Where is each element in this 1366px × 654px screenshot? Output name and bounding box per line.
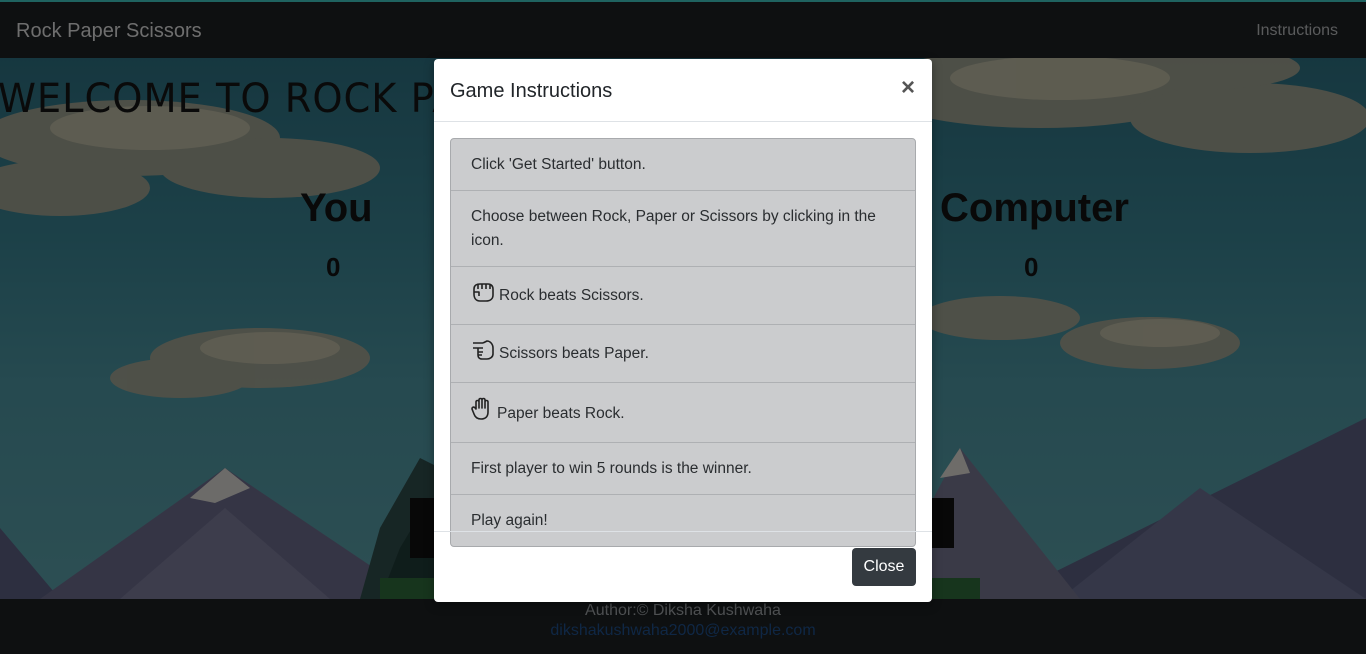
list-item: Rock beats Scissors. <box>451 266 915 324</box>
instruction-text: Choose between Rock, Paper or Scissors b… <box>471 208 876 249</box>
instruction-text: Scissors beats Paper. <box>499 345 649 362</box>
modal-title: Game Instructions <box>450 80 613 102</box>
close-icon[interactable]: × <box>901 76 915 100</box>
list-item: Click 'Get Started' button. <box>451 139 915 190</box>
rock-hand-icon <box>471 281 495 311</box>
instruction-text: Click 'Get Started' button. <box>471 156 646 173</box>
instructions-list: Click 'Get Started' button. Choose betwe… <box>450 138 916 547</box>
instructions-modal: Game Instructions × Click 'Get Started' … <box>434 59 932 602</box>
paper-hand-icon <box>471 397 493 429</box>
close-button[interactable]: Close <box>852 548 916 586</box>
list-item: Choose between Rock, Paper or Scissors b… <box>451 190 915 266</box>
modal-header: Game Instructions × <box>434 59 932 122</box>
list-item: Scissors beats Paper. <box>451 324 915 382</box>
list-item: Paper beats Rock. <box>451 382 915 442</box>
instruction-text: Rock beats Scissors. <box>499 287 644 304</box>
instruction-text: Play again! <box>471 512 548 529</box>
instruction-text: Paper beats Rock. <box>497 405 625 422</box>
instruction-text: First player to win 5 rounds is the winn… <box>471 460 752 477</box>
scissors-hand-icon <box>471 339 495 369</box>
modal-footer: Close <box>434 531 932 602</box>
list-item: First player to win 5 rounds is the winn… <box>451 442 915 494</box>
